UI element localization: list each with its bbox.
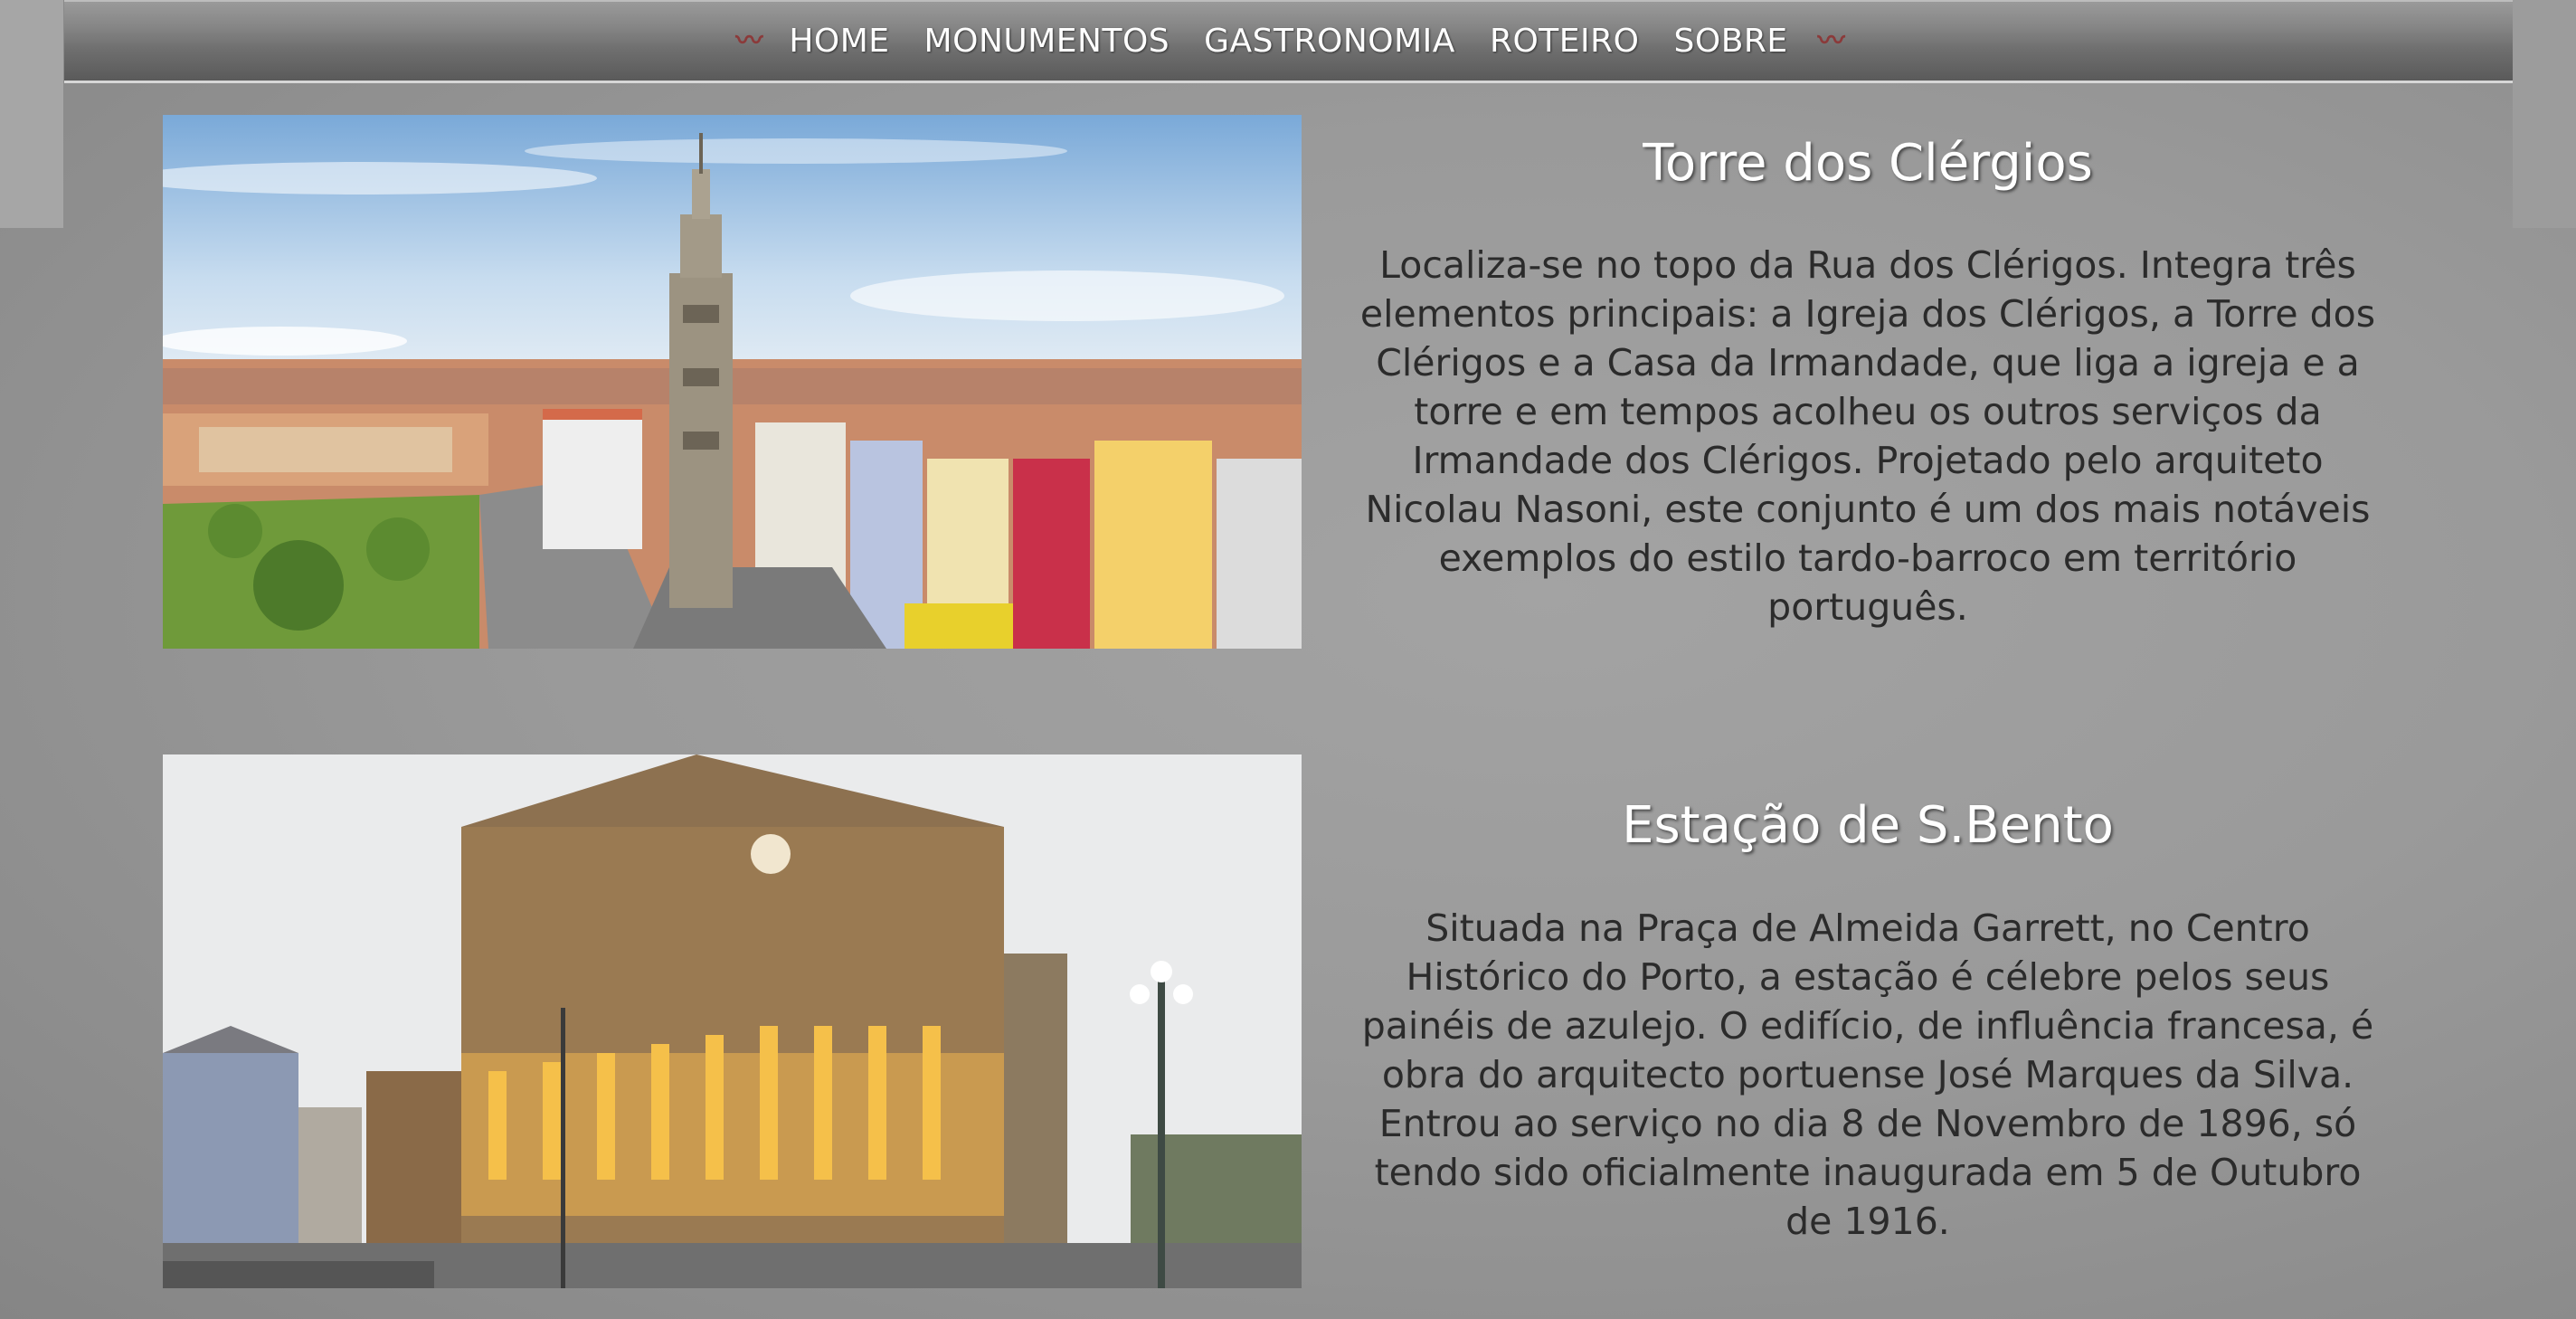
estacao-sbento-title: Estação de S.Bento (1622, 796, 2114, 855)
right-background-strip (2513, 0, 2576, 228)
torre-clerigos-photo (163, 115, 1302, 649)
estacao-sbento-description: Situada na Praça de Almeida Garrett, no … (1361, 906, 2374, 1243)
torre-clerigos-description: Localiza-se no topo da Rua dos Clérigos.… (1359, 243, 2376, 629)
nav-monumentos[interactable]: MONUMENTOS (924, 23, 1170, 60)
nav-roteiro[interactable]: ROTEIRO (1490, 23, 1640, 60)
nav-sobre[interactable]: SOBRE (1674, 23, 1788, 60)
nav-ornament-left-icon: 〰 (735, 24, 762, 57)
main-navbar: 〰 HOME MONUMENTOS GASTRONOMIA ROTEIRO SO… (64, 0, 2513, 83)
torre-clerigos-title: Torre dos Clérgios (1643, 134, 2093, 193)
nav-gastronomia[interactable]: GASTRONOMIA (1204, 23, 1455, 60)
left-background-strip (0, 0, 63, 228)
nav-home[interactable]: HOME (789, 23, 889, 60)
nav-ornament-right-icon: 〰 (1817, 24, 1845, 57)
estacao-sbento-photo (163, 754, 1302, 1288)
